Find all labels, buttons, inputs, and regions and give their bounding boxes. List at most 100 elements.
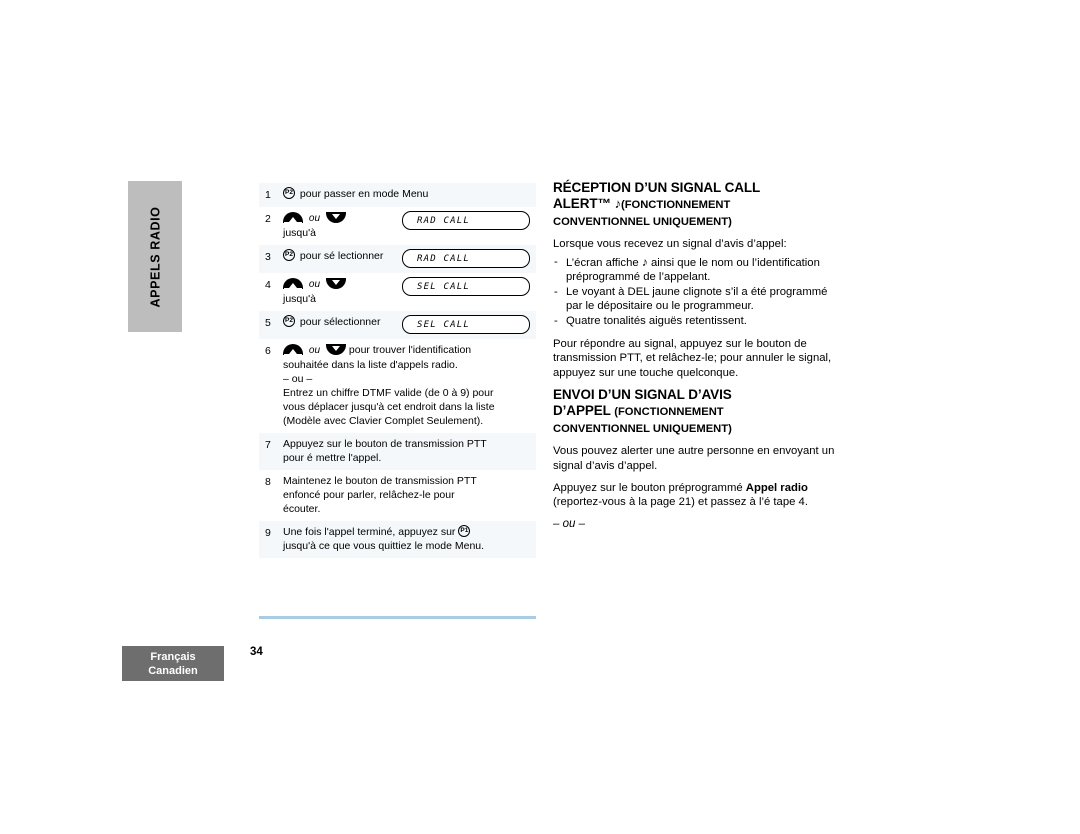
page-number: 34: [250, 646, 263, 658]
step-content: P2 pour sé lectionner: [283, 249, 402, 263]
intro-paragraph: Lorsque vous recevez un signal d’avis d’…: [553, 238, 787, 250]
p2-button-icon: P2: [283, 249, 295, 261]
heading2-line-2a: D’APPEL: [553, 403, 611, 419]
step-text-line: jusqu'à ce que vous quittiez le mode Men…: [283, 540, 485, 552]
lcd-display: RAD CALL: [402, 249, 530, 268]
table-row: 7 Appuyez sur le bouton de transmission …: [259, 433, 536, 470]
press-text-a: Appuyez sur le bouton préprogrammé: [553, 481, 746, 494]
language-line-2: Canadien: [148, 664, 198, 677]
or-label: ou: [308, 213, 321, 224]
lcd-display-wrapper: RAD CALL: [402, 249, 530, 268]
heading2-line-3: CONVENTIONNEL UNIQUEMENT): [553, 423, 732, 436]
step-text-or: – ou –: [283, 373, 313, 385]
step-text: jusqu'à: [283, 227, 316, 239]
table-row: 6 ou pour trouver l'identification souha…: [259, 339, 536, 433]
lcd-display: SEL CALL: [402, 315, 530, 334]
down-arrow-button-icon: [325, 278, 346, 289]
step-content: Appuyez sur le bouton de transmission PT…: [283, 437, 530, 465]
reception-bullet-list: L’écran affiche ♪ ainsi que le nom ou l’…: [553, 255, 839, 329]
step-text-line: Maintenez le bouton de transmission PTT: [283, 475, 477, 487]
chapter-tab-appels-radio: APPELS RADIO: [128, 181, 182, 332]
step-text: pour passer en mode Menu: [299, 188, 429, 200]
table-row: 3 P2 pour sé lectionner RAD CALL: [259, 245, 536, 273]
language-line-1: Français: [150, 650, 196, 663]
bullet-text-post: Quatre tonalités aiguës retentissent.: [566, 314, 747, 327]
step-number: 9: [265, 527, 271, 539]
heading-line-1: RÉCEPTION D’UN SIGNAL CALL: [553, 180, 761, 195]
step-content: ou pour trouver l'identification souhait…: [283, 343, 530, 428]
step-text: jusqu'à: [283, 293, 316, 305]
lcd-display: RAD CALL: [402, 211, 530, 230]
appel-radio-bold-label: Appel radio: [745, 481, 808, 494]
right-column: RÉCEPTION D’UN SIGNAL CALL ALERT™ ♪ (FONC…: [553, 180, 839, 530]
table-row: 5 P2 pour sélectionner SEL CALL: [259, 311, 536, 339]
heading-line-2a: ALERT™: [553, 196, 611, 211]
lcd-text: SEL CALL: [417, 281, 470, 292]
press-text-b: (reportez-vous à la page 21) et passez à…: [553, 496, 808, 509]
step-content: Une fois l'appel terminé, appuyez sur P1…: [283, 525, 530, 553]
heading2-line-1: ENVOI D’UN SIGNAL D’AVIS: [553, 387, 732, 403]
step-text: pour sélectionner: [299, 316, 381, 328]
p2-button-icon: P2: [283, 315, 295, 327]
lcd-display-wrapper: SEL CALL: [402, 277, 530, 296]
step-content: Maintenez le bouton de transmission PTT …: [283, 474, 530, 516]
down-arrow-button-icon: [325, 344, 346, 355]
chapter-tab-label: APPELS RADIO: [148, 206, 162, 307]
lcd-display-wrapper: RAD CALL: [402, 211, 530, 230]
step-content: ou jusqu'à: [283, 277, 402, 306]
heading-line-3: CONVENTIONNEL UNIQUEMENT): [553, 216, 732, 228]
step-text-line: pour é mettre l'appel.: [283, 452, 382, 464]
step-text-line: Entrez un chiffre DTMF valide (de 0 à 9)…: [283, 387, 494, 399]
respond-paragraph: Pour répondre au signal, appuyez sur le …: [553, 337, 832, 379]
step-number: 5: [265, 317, 271, 329]
heading2-line-2b: (FONCTIONNEMENT: [614, 406, 724, 419]
step-text-line: vous déplacer jusqu'à cet endroit dans l…: [283, 401, 495, 413]
bullet-text-post: Le voyant à DEL jaune clignote s’il a ét…: [566, 285, 828, 313]
step-text-line: (Modèle avec Clavier Complet Seulement).: [283, 415, 484, 427]
step-number: 2: [265, 213, 271, 225]
music-note-icon: ♪: [641, 254, 648, 269]
lcd-display: SEL CALL: [402, 277, 530, 296]
language-tab: Français Canadien: [122, 646, 224, 681]
step-text-pre: Une fois l'appel terminé, appuyez sur: [283, 526, 456, 538]
step-number: 7: [265, 439, 271, 451]
up-arrow-button-icon: [283, 212, 303, 223]
table-bottom-rule: [259, 616, 536, 619]
send-paragraph: Vous pouvez alerter une autre personne e…: [553, 445, 835, 472]
list-item: Quatre tonalités aiguës retentissent.: [553, 314, 839, 329]
document-page: APPELS RADIO 1 P2 pour passer en mode Me…: [0, 0, 1080, 834]
lcd-text: RAD CALL: [417, 253, 470, 264]
procedure-steps-table: 1 P2 pour passer en mode Menu 2 ou jusqu…: [259, 183, 536, 558]
section-heading-envoi: ENVOI D’UN SIGNAL D’AVIS D’APPEL (FONCTI…: [553, 387, 839, 437]
step-text-line: souhaitée dans la liste d'appels radio.: [283, 359, 458, 371]
step-number: 8: [265, 476, 271, 488]
lcd-text: SEL CALL: [417, 319, 470, 330]
step-text-line: Appuyez sur le bouton de transmission PT…: [283, 438, 487, 450]
press-button-paragraph: Appuyez sur le bouton préprogrammé Appel…: [553, 481, 839, 510]
lcd-text: RAD CALL: [417, 215, 470, 226]
up-arrow-button-icon: [283, 344, 303, 355]
down-arrow-button-icon: [325, 212, 346, 223]
table-row: 8 Maintenez le bouton de transmission PT…: [259, 470, 536, 521]
step-text-line: écouter.: [283, 503, 321, 515]
step-number: 3: [265, 251, 271, 263]
step-number: 1: [265, 189, 271, 201]
p2-button-icon: P2: [283, 187, 295, 199]
step-content: P2 pour passer en mode Menu: [283, 187, 530, 201]
or-separator: – ou –: [553, 517, 585, 530]
bullet-text-pre: L’écran affiche: [566, 256, 639, 269]
list-item: L’écran affiche ♪ ainsi que le nom ou l’…: [553, 255, 839, 285]
step-content: P2 pour sélectionner: [283, 315, 402, 329]
step-text-lead: pour trouver l'identification: [348, 344, 472, 356]
lcd-display-wrapper: SEL CALL: [402, 315, 530, 334]
table-row: 2 ou jusqu'à RAD CALL: [259, 207, 536, 245]
section-heading-reception: RÉCEPTION D’UN SIGNAL CALL ALERT™ ♪(FONC…: [553, 180, 839, 230]
up-arrow-button-icon: [283, 278, 303, 289]
step-text-line: enfoncé pour parler, relâchez-le pour: [283, 489, 455, 501]
step-number: 6: [265, 345, 271, 357]
table-row: 1 P2 pour passer en mode Menu: [259, 183, 536, 207]
or-label: ou: [308, 345, 321, 356]
table-row: 4 ou jusqu'à SEL CALL: [259, 273, 536, 311]
or-label: ou: [308, 279, 321, 290]
p1-button-icon: P1: [458, 525, 471, 537]
